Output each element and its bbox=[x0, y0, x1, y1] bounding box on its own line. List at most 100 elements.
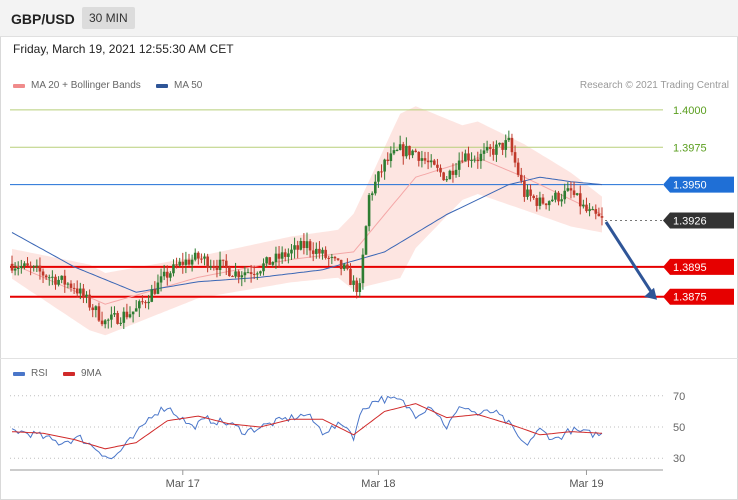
candle-body bbox=[433, 160, 436, 165]
level-label-1-3975: 1.3975 bbox=[673, 142, 707, 154]
candle-body bbox=[206, 256, 209, 268]
candle-body bbox=[414, 150, 417, 153]
x-tick-label: Mar 18 bbox=[361, 478, 395, 490]
candle-body bbox=[85, 294, 88, 297]
candle-body bbox=[398, 144, 402, 151]
candle-body bbox=[330, 256, 334, 258]
candle-body bbox=[305, 241, 309, 249]
candle-body bbox=[594, 209, 598, 214]
candle-body bbox=[299, 241, 303, 250]
candle-body bbox=[215, 266, 219, 270]
candle-body bbox=[280, 252, 284, 259]
candle-body bbox=[423, 158, 427, 161]
candle-body bbox=[231, 276, 234, 278]
level-label-1-3895: 1.3895 bbox=[673, 262, 707, 274]
candle-body bbox=[311, 250, 315, 254]
candle-body bbox=[358, 283, 362, 293]
candle-body bbox=[498, 142, 501, 145]
candle-body bbox=[575, 193, 579, 195]
candle-body bbox=[259, 271, 262, 274]
candle-body bbox=[13, 268, 17, 271]
candle-body bbox=[203, 256, 206, 259]
candle-body bbox=[287, 253, 290, 257]
candle-body bbox=[252, 273, 256, 275]
candle-body bbox=[156, 282, 160, 294]
candle-body bbox=[128, 314, 132, 318]
candle-body bbox=[262, 263, 265, 272]
candle-body bbox=[572, 190, 576, 195]
candle-body bbox=[560, 199, 563, 202]
candle-body bbox=[88, 294, 91, 308]
candle-body bbox=[551, 199, 554, 202]
candle-body bbox=[94, 306, 98, 311]
candle-body bbox=[38, 265, 42, 272]
candle-body bbox=[383, 159, 386, 172]
candle-body bbox=[516, 162, 520, 175]
candle-body bbox=[277, 253, 281, 259]
candle-body bbox=[190, 259, 194, 265]
candle-body bbox=[507, 137, 511, 141]
candle-body bbox=[178, 261, 181, 266]
candle-body bbox=[529, 189, 532, 196]
candle-body bbox=[578, 193, 582, 207]
candle-body bbox=[454, 169, 458, 175]
candle-body bbox=[569, 188, 573, 191]
candle-body bbox=[150, 289, 154, 302]
candle-body bbox=[218, 259, 222, 270]
candle-body bbox=[134, 308, 138, 312]
candle-body bbox=[321, 249, 324, 254]
candle-body bbox=[122, 311, 126, 323]
candle-body bbox=[445, 179, 449, 181]
candle-body bbox=[460, 160, 464, 162]
candle-body bbox=[175, 264, 178, 266]
candle-body bbox=[513, 152, 517, 163]
candle-body bbox=[355, 280, 358, 293]
candle-body bbox=[72, 287, 76, 289]
candle-body bbox=[411, 150, 414, 156]
candle-body bbox=[417, 152, 421, 161]
candle-body bbox=[482, 150, 486, 154]
candle-body bbox=[547, 201, 551, 206]
candle-body bbox=[492, 148, 495, 155]
candle-body bbox=[54, 276, 57, 285]
candle-body bbox=[106, 319, 110, 321]
candle-body bbox=[405, 145, 408, 157]
candle-body bbox=[212, 266, 216, 268]
candle-body bbox=[184, 259, 188, 265]
candle-body bbox=[554, 192, 557, 200]
candle-body bbox=[374, 181, 377, 194]
candle-body bbox=[566, 188, 570, 191]
candle-body bbox=[69, 283, 73, 288]
candle-body bbox=[457, 160, 461, 170]
candle-body bbox=[315, 248, 318, 254]
candle-body bbox=[147, 301, 150, 304]
candle-body bbox=[240, 275, 244, 278]
candle-body bbox=[504, 140, 508, 150]
candle-body bbox=[588, 209, 591, 212]
candle-body bbox=[200, 258, 203, 260]
candle-body bbox=[47, 277, 51, 279]
candle-body bbox=[479, 153, 483, 162]
candle-body bbox=[401, 144, 405, 157]
candle-body bbox=[209, 266, 213, 268]
candle-body bbox=[448, 170, 452, 180]
candle-body bbox=[271, 262, 275, 265]
candle-body bbox=[389, 153, 393, 162]
forecast-arrow-shaft bbox=[604, 221, 655, 296]
candle-body bbox=[290, 249, 293, 254]
candle-body bbox=[495, 144, 498, 155]
candle-body bbox=[165, 271, 169, 278]
candle-body bbox=[60, 275, 63, 280]
candle-body bbox=[119, 322, 122, 324]
candle-body bbox=[57, 279, 60, 285]
candle-body bbox=[63, 275, 67, 285]
candle-body bbox=[35, 265, 39, 267]
candle-body bbox=[32, 266, 36, 268]
candle-body bbox=[197, 252, 200, 259]
candle-body bbox=[361, 254, 365, 284]
candle-body bbox=[541, 197, 545, 204]
candle-body bbox=[439, 167, 442, 173]
candle-body bbox=[256, 273, 259, 275]
candle-body bbox=[302, 241, 306, 249]
candle-body bbox=[377, 171, 380, 182]
